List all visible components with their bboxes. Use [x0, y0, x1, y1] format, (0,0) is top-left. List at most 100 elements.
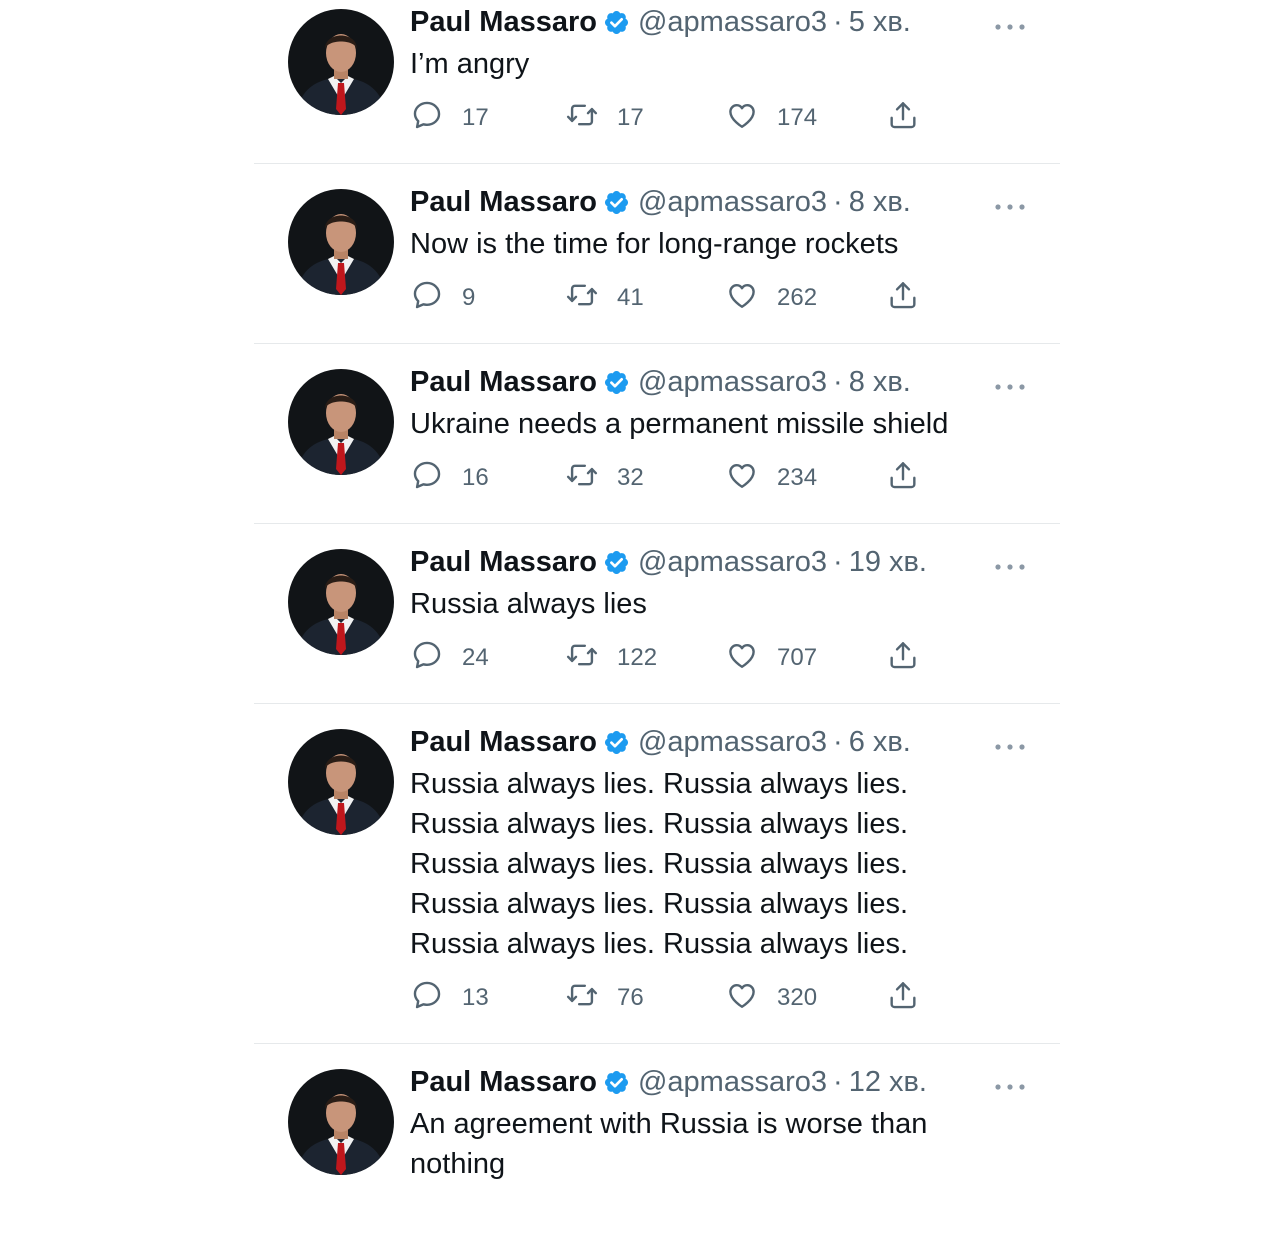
display-name[interactable]: Paul Massaro — [410, 6, 597, 39]
display-name[interactable]: Paul Massaro — [410, 726, 597, 759]
verified-badge-icon — [603, 189, 630, 216]
avatar[interactable] — [288, 549, 394, 655]
retweet-count: 76 — [617, 984, 644, 1011]
timestamp[interactable]: 12 хв. — [849, 1066, 927, 1099]
handle[interactable]: @apmassaro3 — [638, 186, 827, 219]
tweet-body: Paul Massaro @apmassaro3 · 19 хв. Russia alw… — [410, 540, 1010, 624]
tweet-header: Paul Massaro @apmassaro3 · 6 хв. — [410, 720, 1010, 764]
verified-badge-icon — [603, 9, 630, 36]
like-button[interactable]: 174 — [725, 98, 817, 138]
tweet-text-line: An agreement with Russia is worse than — [410, 1108, 928, 1140]
reply-count: 9 — [462, 284, 476, 311]
tweet-body: Paul Massaro @apmassaro3 · 12 хв. An agreeme… — [410, 1060, 1010, 1184]
tweet-text-line: I’m angry — [410, 48, 530, 80]
more-options-icon[interactable] — [994, 18, 1026, 30]
tweet[interactable]: Paul Massaro @apmassaro3 · 5 хв. I’m angry 17… — [254, 0, 1060, 164]
like-count: 234 — [777, 464, 818, 491]
tweet-text-line: Russia always lies. Russia always lies. — [410, 888, 908, 920]
more-options-icon[interactable] — [994, 738, 1026, 750]
handle[interactable]: @apmassaro3 — [638, 1066, 827, 1099]
handle[interactable]: @apmassaro3 — [638, 6, 827, 39]
more-options-icon[interactable] — [994, 558, 1026, 570]
share-button[interactable] — [886, 98, 920, 138]
tweet[interactable]: Paul Massaro @apmassaro3 · 8 хв. Now is the … — [254, 164, 1060, 344]
display-name[interactable]: Paul Massaro — [410, 546, 597, 579]
tweet[interactable]: Paul Massaro @apmassaro3 · 19 хв. Russia alw… — [254, 524, 1060, 704]
retweet-icon — [565, 458, 599, 499]
like-button[interactable]: 707 — [725, 638, 817, 678]
like-count: 320 — [777, 984, 818, 1011]
tweet-header: Paul Massaro @apmassaro3 · 8 хв. — [410, 360, 1010, 404]
tweet-text-line: Russia always lies. Russia always lies. — [410, 808, 908, 840]
timestamp[interactable]: 6 хв. — [849, 726, 911, 759]
reply-button[interactable]: 16 — [410, 458, 489, 498]
timestamp[interactable]: 8 хв. — [849, 366, 911, 399]
like-icon — [725, 98, 759, 139]
timestamp[interactable]: 8 хв. — [849, 186, 911, 219]
share-button[interactable] — [886, 638, 920, 678]
more-options-icon[interactable] — [994, 1078, 1026, 1090]
retweet-button[interactable]: 17 — [565, 98, 644, 138]
verified-badge-icon — [603, 549, 630, 576]
tweet-text: Now is the time for long-range rockets — [410, 224, 1010, 264]
tweet-text-line: Now is the time for long-range rockets — [410, 228, 899, 260]
like-button[interactable]: 320 — [725, 978, 817, 1018]
tweet-body: Paul Massaro @apmassaro3 · 8 хв. Ukraine nee… — [410, 360, 1010, 444]
tweet-body: Paul Massaro @apmassaro3 · 6 хв. Russia alwa… — [410, 720, 1010, 964]
timestamp[interactable]: 5 хв. — [849, 6, 911, 39]
avatar[interactable] — [288, 1069, 394, 1175]
tweet-body: Paul Massaro @apmassaro3 · 5 хв. I’m angry — [410, 0, 1010, 84]
tweet[interactable]: Paul Massaro @apmassaro3 · 12 хв. An agreeme… — [254, 1044, 1060, 1234]
share-button[interactable] — [886, 458, 920, 498]
handle[interactable]: @apmassaro3 — [638, 546, 827, 579]
reply-count: 13 — [462, 984, 489, 1011]
tweet-text-line: Russia always lies. Russia always lies. — [410, 768, 908, 800]
avatar[interactable] — [288, 369, 394, 475]
like-button[interactable]: 262 — [725, 278, 817, 318]
tweet-text-line: Russia always lies. Russia always lies. — [410, 928, 908, 960]
reply-icon — [410, 638, 444, 679]
like-button[interactable]: 234 — [725, 458, 817, 498]
more-options-icon[interactable] — [994, 198, 1026, 210]
reply-button[interactable]: 13 — [410, 978, 489, 1018]
avatar[interactable] — [288, 9, 394, 115]
share-icon — [886, 98, 920, 139]
retweet-button[interactable]: 76 — [565, 978, 644, 1018]
like-count: 707 — [777, 644, 818, 671]
reply-button[interactable]: 17 — [410, 98, 489, 138]
like-icon — [725, 638, 759, 679]
avatar[interactable] — [288, 189, 394, 295]
display-name[interactable]: Paul Massaro — [410, 366, 597, 399]
reply-count: 24 — [462, 644, 489, 671]
share-button[interactable] — [886, 978, 920, 1018]
tweet[interactable]: Paul Massaro @apmassaro3 · 6 хв. Russia alwa… — [254, 704, 1060, 1044]
retweet-count: 32 — [617, 464, 644, 491]
display-name[interactable]: Paul Massaro — [410, 1066, 597, 1099]
tweet-actions: 16 32 234 — [410, 458, 930, 498]
retweet-button[interactable]: 32 — [565, 458, 644, 498]
tweet-actions: 24 122 707 — [410, 638, 930, 678]
reply-count: 17 — [462, 104, 489, 131]
reply-button[interactable]: 9 — [410, 278, 475, 318]
share-icon — [886, 978, 920, 1019]
tweet-text: An agreement with Russia is worse than no… — [410, 1104, 1010, 1184]
handle[interactable]: @apmassaro3 — [638, 366, 827, 399]
like-icon — [725, 278, 759, 319]
tweet-text-line: Ukraine needs a permanent missile shield — [410, 408, 949, 440]
share-icon — [886, 278, 920, 319]
reply-button[interactable]: 24 — [410, 638, 489, 678]
retweet-icon — [565, 638, 599, 679]
retweet-button[interactable]: 122 — [565, 638, 657, 678]
retweet-button[interactable]: 41 — [565, 278, 644, 318]
tweet-actions: 13 76 320 — [410, 978, 930, 1018]
timestamp[interactable]: 19 хв. — [849, 546, 927, 579]
tweet-header: Paul Massaro @apmassaro3 · 19 хв. — [410, 540, 1010, 584]
more-options-icon[interactable] — [994, 378, 1026, 390]
handle[interactable]: @apmassaro3 — [638, 726, 827, 759]
separator-dot: · — [833, 545, 843, 578]
display-name[interactable]: Paul Massaro — [410, 186, 597, 219]
avatar[interactable] — [288, 729, 394, 835]
share-icon — [886, 638, 920, 679]
tweet[interactable]: Paul Massaro @apmassaro3 · 8 хв. Ukraine nee… — [254, 344, 1060, 524]
share-button[interactable] — [886, 278, 920, 318]
